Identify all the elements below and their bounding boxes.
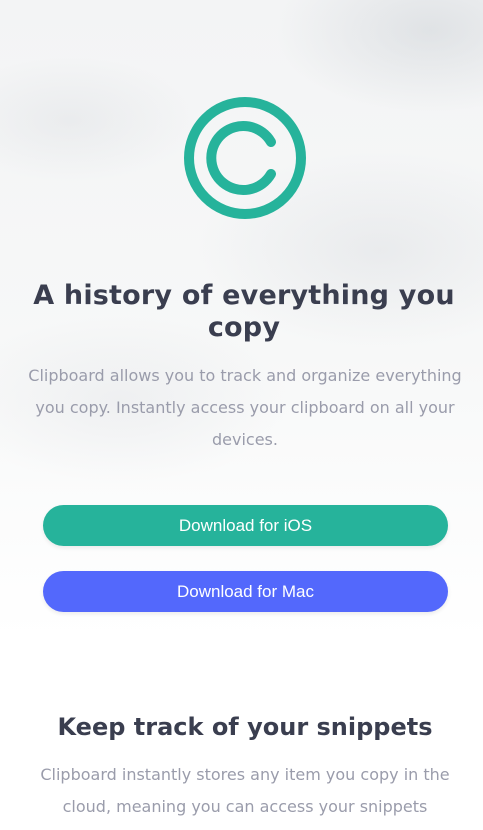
snippets-title: Keep track of your snippets: [57, 713, 433, 741]
copyright-circle-icon: [182, 95, 308, 221]
hero-title: A history of everything you copy: [33, 280, 455, 343]
download-ios-button[interactable]: Download for iOS: [43, 505, 448, 546]
snippets-description: Clipboard instantly stores any item you …: [40, 765, 450, 816]
download-mac-button[interactable]: Download for Mac: [43, 571, 448, 612]
hero-description: Clipboard allows you to track and organi…: [28, 366, 462, 449]
